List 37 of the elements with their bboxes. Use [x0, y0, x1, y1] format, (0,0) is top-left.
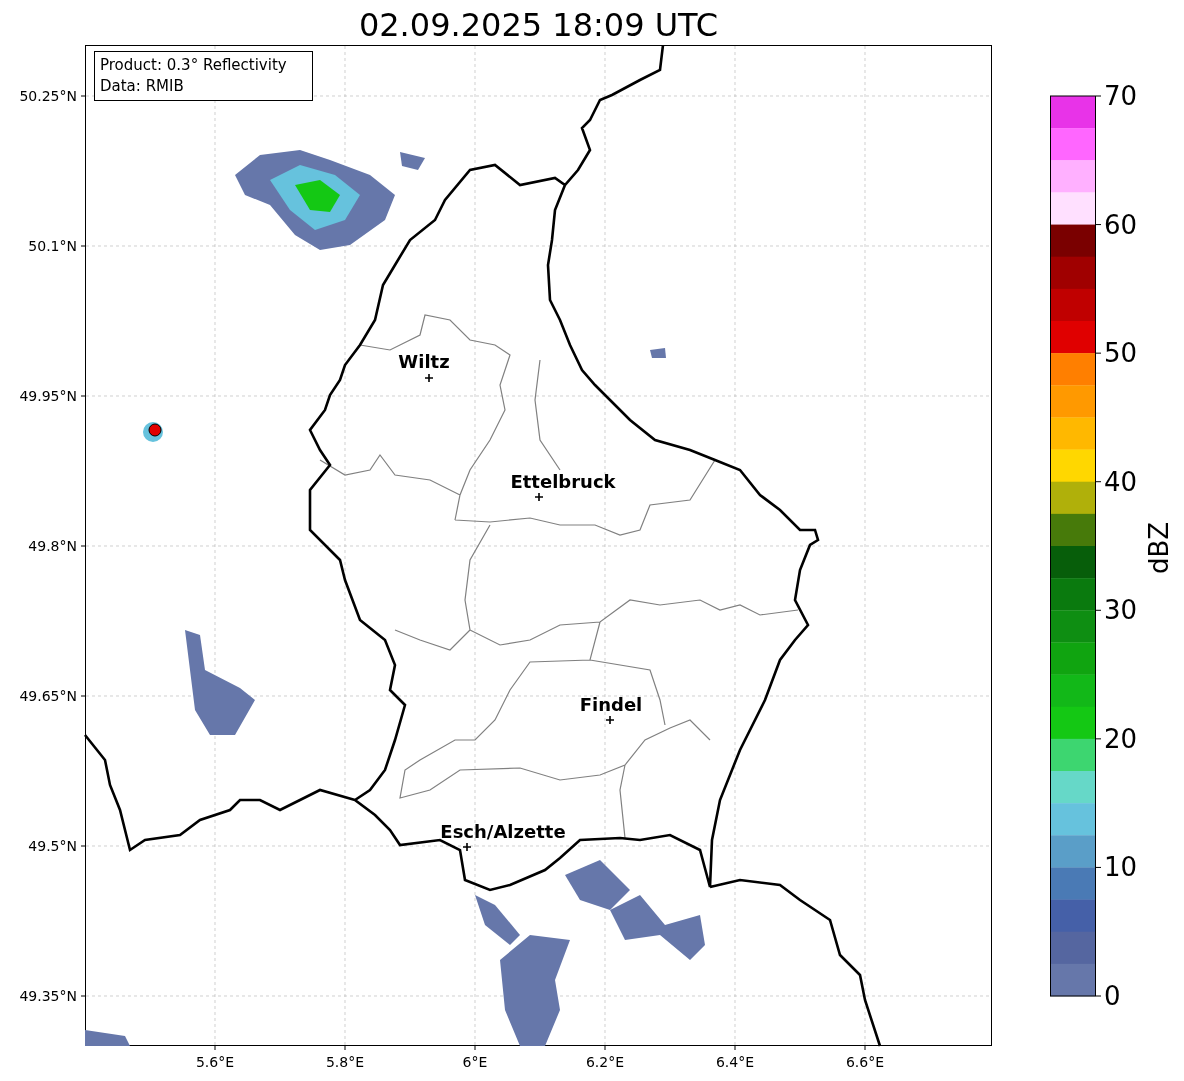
- radar-echo: [85, 1030, 130, 1046]
- colorbar-tick-label: 30: [1104, 595, 1138, 626]
- colorbar-tick-label: 0: [1104, 981, 1121, 1011]
- axis-tick-label: 6.4°E: [715, 1054, 755, 1070]
- axis-tick-label: 49.8°N: [28, 538, 77, 554]
- city-label: Wiltz: [398, 351, 450, 372]
- colorbar-label: dBZ: [1144, 521, 1174, 575]
- city-marker-icon: [605, 715, 615, 725]
- axis-tick-label: 49.35°N: [19, 988, 77, 1004]
- city-label: Ettelbruck: [510, 471, 616, 492]
- colorbar-tick-label: 70: [1104, 81, 1138, 111]
- info-text: Product: 0.3° Reflectivity: [100, 56, 287, 74]
- colorbar-tick-label: 50: [1104, 338, 1138, 369]
- axis-tick-label: 5.8°E: [325, 1054, 365, 1070]
- axis-tick-label: 6.6°E: [845, 1054, 885, 1070]
- axis-tick-label: 5.6°E: [195, 1054, 235, 1070]
- axis-tick-label: 49.95°N: [19, 388, 77, 404]
- colorbar-tick-label: 10: [1104, 852, 1138, 883]
- city-label: Findel: [579, 694, 643, 715]
- radar-echo: [650, 348, 666, 358]
- axis-tick-label: 6°E: [462, 1054, 488, 1070]
- axis-tick-label: 50.1°N: [28, 238, 77, 254]
- axis-tick-label: 49.65°N: [19, 688, 77, 704]
- colorbar-tick-label: 60: [1104, 209, 1138, 240]
- axis-tick-label: 49.5°N: [28, 838, 77, 854]
- colorbar-tick-label: 40: [1104, 466, 1138, 497]
- axis-tick-label: 50.25°N: [19, 88, 77, 104]
- chart-title: 02.09.2025 18:09 UTC: [357, 5, 720, 45]
- radar-site-icon: [143, 422, 163, 442]
- city-marker-icon: [462, 842, 472, 852]
- info-text: Data: RMIB: [100, 77, 184, 95]
- city-marker-icon: [424, 373, 434, 383]
- radar-echo: [400, 152, 425, 170]
- colorbar-tick-label: 20: [1104, 723, 1138, 754]
- city-label: Esch/Alzette: [440, 821, 566, 842]
- city-marker-icon: [534, 492, 544, 502]
- axis-tick-label: 6.2°E: [585, 1054, 625, 1070]
